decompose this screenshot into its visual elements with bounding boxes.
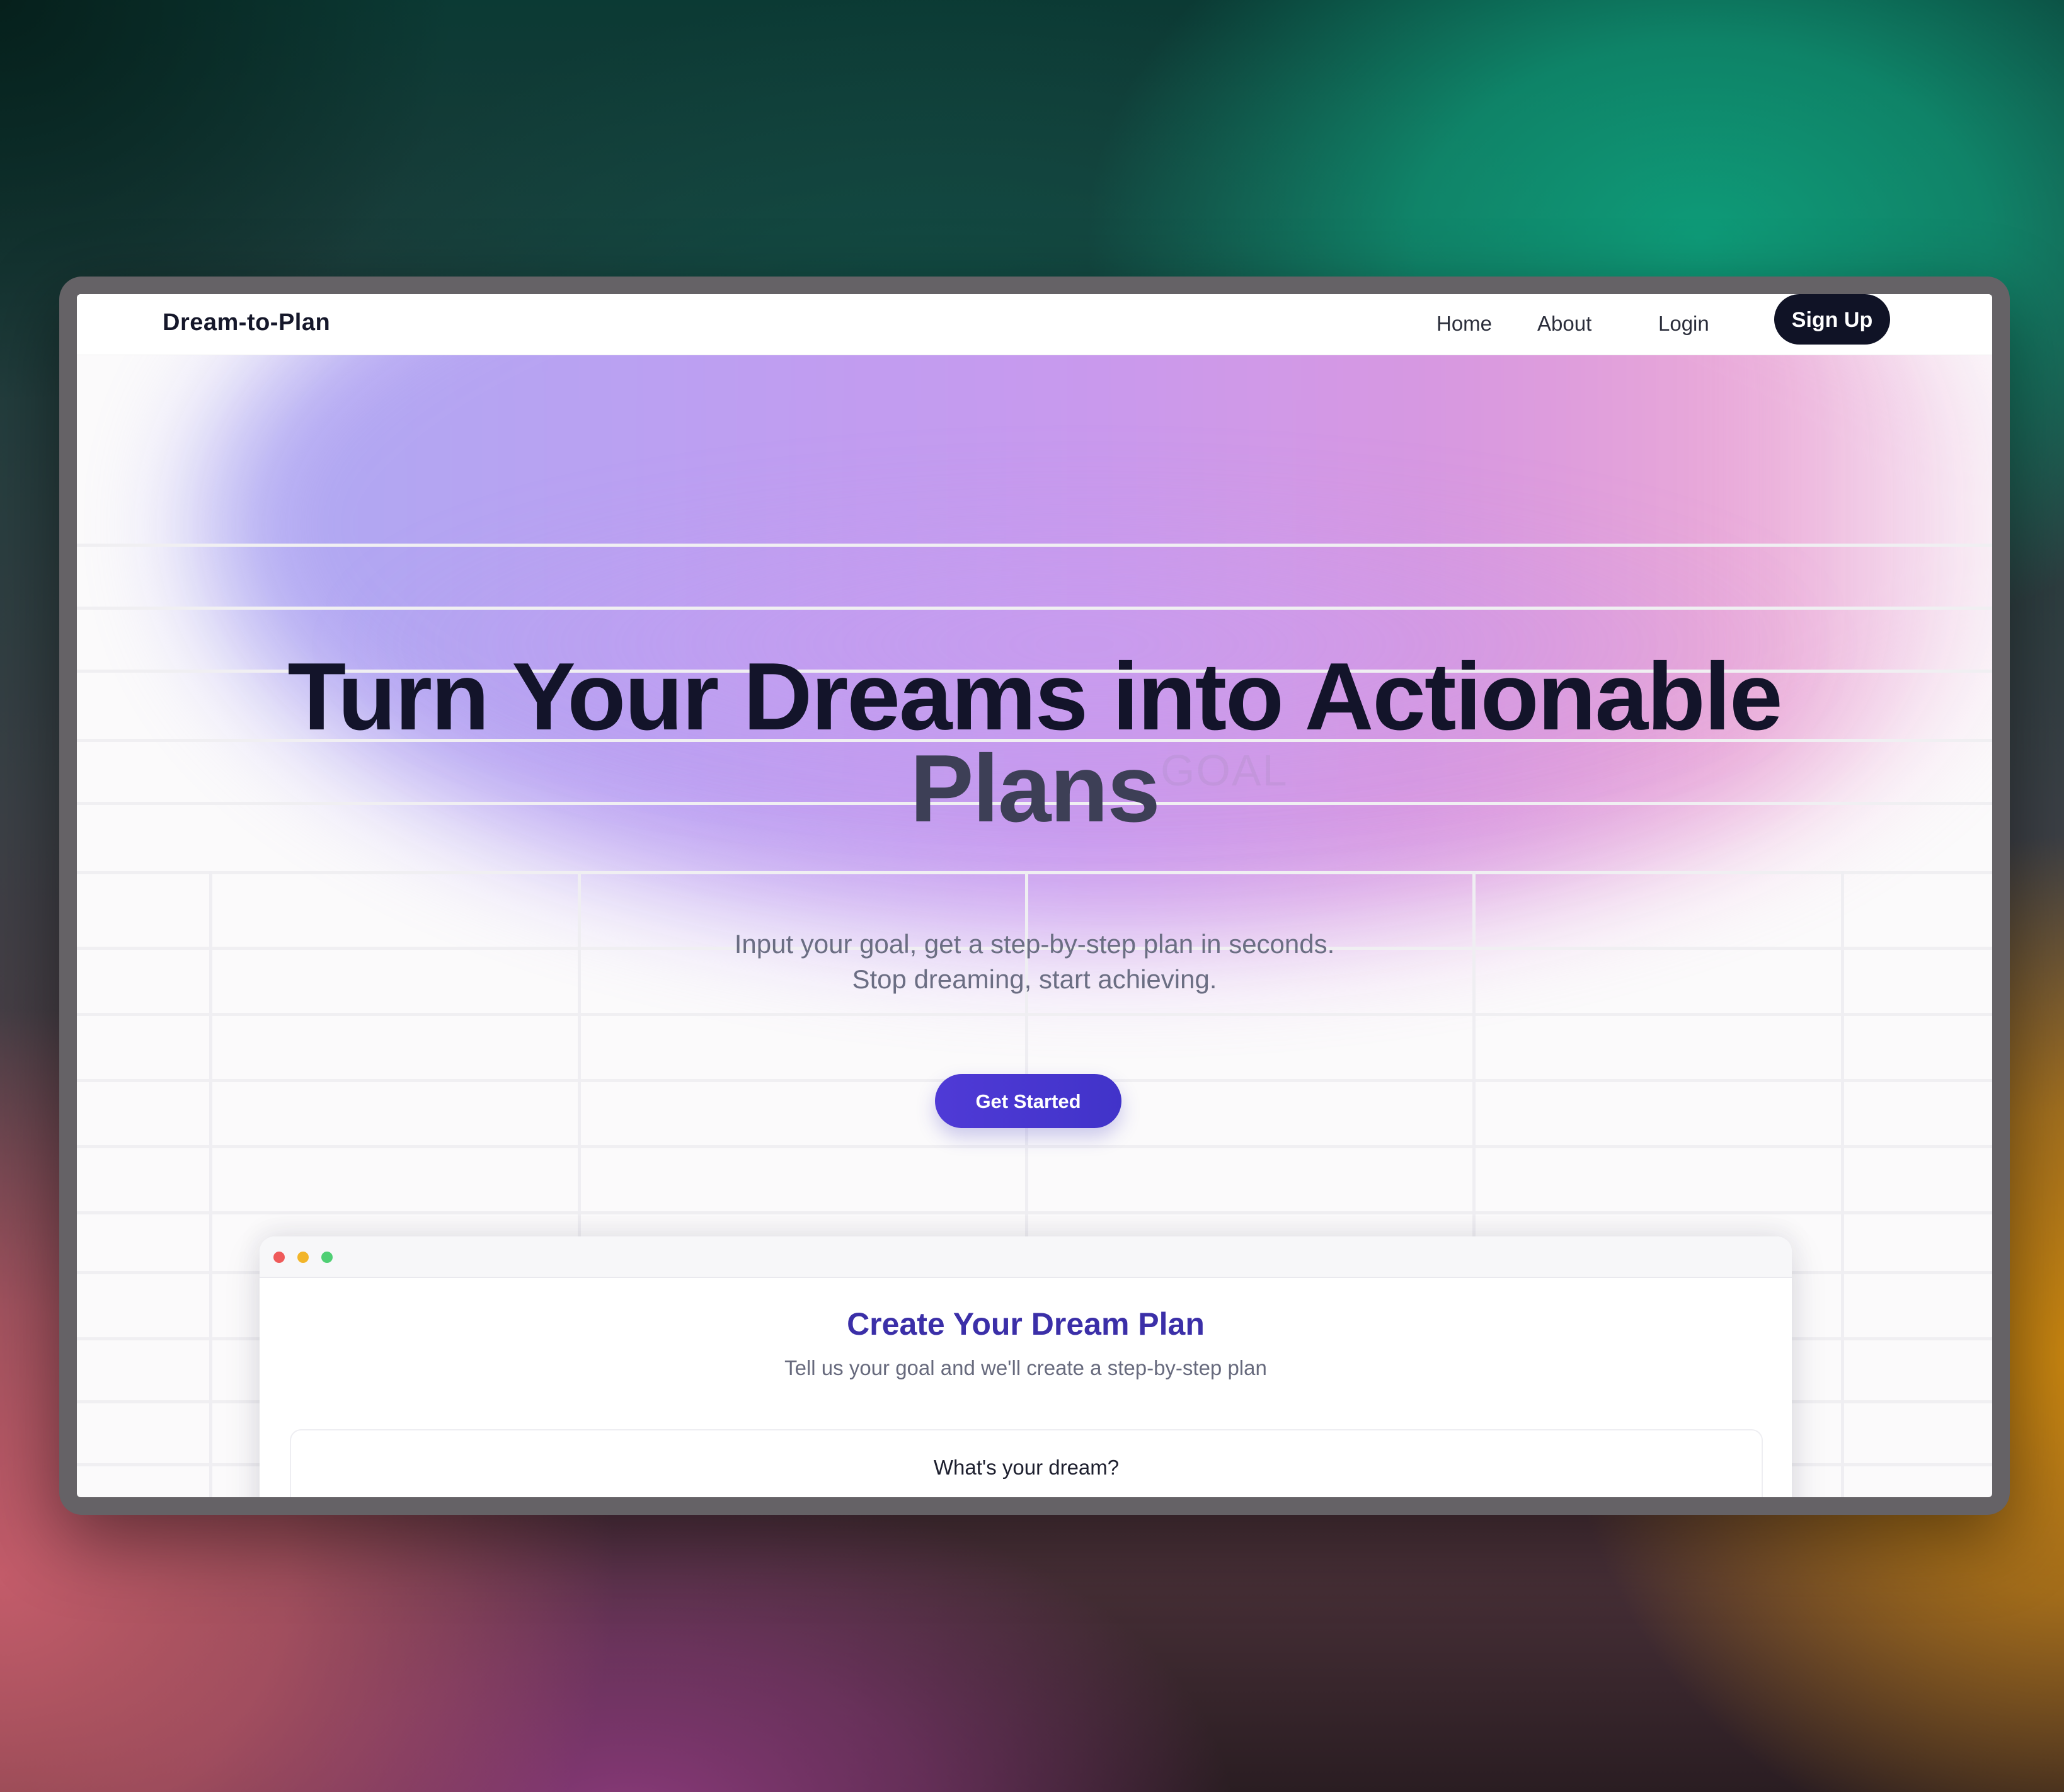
nav-about-link[interactable]: About [1537, 312, 1591, 336]
browser-viewport: GOAL Turn Your Dreams into Actionable Pl… [77, 294, 1992, 1497]
hero-headline-line1: Turn Your Dreams into Actionable [287, 643, 1782, 750]
grid-line [77, 544, 1992, 547]
hero-subtitle-line2: Stop dreaming, start achieving. [852, 964, 1217, 994]
nav-home-link[interactable]: Home [1436, 312, 1492, 336]
get-started-button[interactable]: Get Started [935, 1074, 1121, 1128]
brand-logo[interactable]: Dream-to-Plan [163, 309, 330, 336]
hero-subtitle-line1: Input your goal, get a step-by-step plan… [734, 929, 1335, 959]
dream-form-card: What's your dream? [290, 1429, 1763, 1497]
close-dot-icon [273, 1252, 285, 1263]
dream-field-label: What's your dream? [933, 1456, 1120, 1479]
hero-subtitle: Input your goal, get a step-by-step plan… [77, 927, 1992, 997]
grid-line [77, 1145, 1992, 1148]
hero-headline: Turn Your Dreams into Actionable Plans [77, 649, 1992, 836]
grid-line [77, 871, 1992, 874]
grid-line [77, 607, 1992, 610]
top-navbar: Dream-to-Plan Home About Login Sign Up [77, 294, 1992, 355]
maximize-dot-icon [321, 1252, 333, 1263]
preview-window-titlebar [260, 1236, 1792, 1278]
hero-headline-line2: Plans [910, 735, 1161, 842]
app-preview-window: Create Your Dream Plan Tell us your goal… [260, 1236, 1792, 1497]
grid-line [77, 1211, 1992, 1214]
minimize-dot-icon [297, 1252, 309, 1263]
screenshot-frame: GOAL Turn Your Dreams into Actionable Pl… [59, 277, 2010, 1515]
grid-line [77, 1013, 1992, 1016]
create-plan-subtitle: Tell us your goal and we'll create a ste… [784, 1356, 1267, 1379]
nav-login-link[interactable]: Login [1658, 312, 1709, 336]
hero-background: GOAL Turn Your Dreams into Actionable Pl… [77, 355, 1992, 1497]
sign-up-button[interactable]: Sign Up [1774, 294, 1890, 345]
create-plan-title: Create Your Dream Plan [847, 1306, 1205, 1342]
